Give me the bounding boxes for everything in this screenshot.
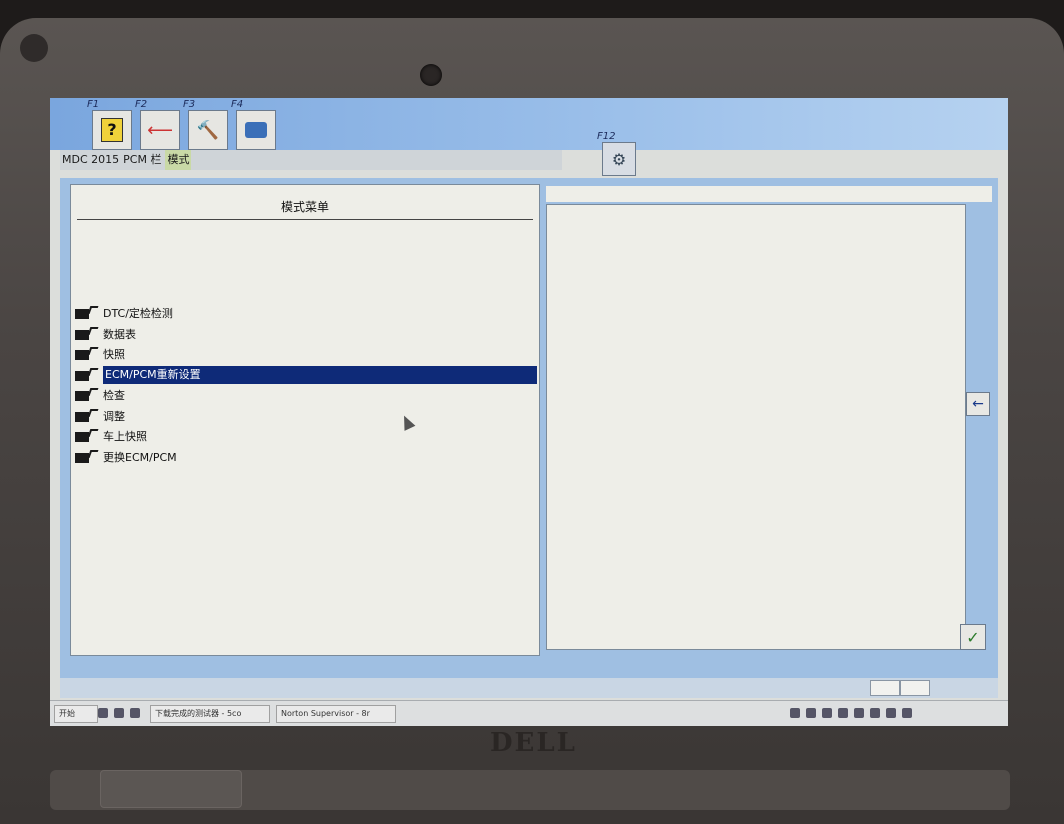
menu-item-adjustment[interactable]: 调整 xyxy=(75,406,537,426)
folder-icon xyxy=(75,429,95,443)
status-box xyxy=(870,680,900,696)
windows-taskbar: 开始 下载完成的测试器 - 5co Norton Supervisor - 8r xyxy=(50,700,1008,726)
menu-item-ecm-reset[interactable]: ECM/PCM重新设置 xyxy=(75,365,537,385)
ok-button[interactable]: ✓ xyxy=(960,624,986,650)
menu-list: DTC/定检检测 数据表 快照 ECM/PCM重新设置 检查 调整 车上快照 更… xyxy=(75,303,537,467)
tray-icon[interactable] xyxy=(822,708,832,718)
quicklaunch-icon[interactable] xyxy=(114,708,124,718)
settings-icon: ⚙ xyxy=(611,149,627,169)
folder-icon xyxy=(75,450,95,464)
menu-item-data-list[interactable]: 数据表 xyxy=(75,324,537,344)
check-icon: ✓ xyxy=(966,627,980,647)
folder-icon xyxy=(75,388,95,402)
bezel-dot xyxy=(20,34,48,62)
tray-icon[interactable] xyxy=(886,708,896,718)
help-icon: ? xyxy=(101,118,123,142)
back-button-toolbar[interactable]: F2 ⟵ xyxy=(135,99,180,150)
screen: F1 ? F2 ⟵ F3 🔨 F4 F12 ⚙ MDC 2015 PCM 栏 模… xyxy=(50,98,1008,726)
tool-icon: 🔨 xyxy=(196,119,220,141)
tray-icon[interactable] xyxy=(790,708,800,718)
help-button[interactable]: F1 ? xyxy=(87,99,132,150)
taskbar-item[interactable]: 下载完成的测试器 - 5co xyxy=(150,705,270,723)
mode-menu-panel: 模式菜单 DTC/定检检测 数据表 快照 ECM/PCM重新设置 检查 调整 车… xyxy=(70,184,540,656)
right-panel-header xyxy=(546,186,992,202)
webcam xyxy=(420,64,442,86)
breadcrumb-item: MDC 2015 xyxy=(62,153,120,166)
left-arrow-icon: ← xyxy=(972,396,984,412)
taskbar-item[interactable]: Norton Supervisor - 8r xyxy=(276,705,396,723)
tray-icon[interactable] xyxy=(854,708,864,718)
folder-icon xyxy=(75,327,95,341)
status-box xyxy=(900,680,930,696)
tray-icon[interactable] xyxy=(870,708,880,718)
menu-item-snapshot[interactable]: 快照 xyxy=(75,344,537,364)
workspace: 模式菜单 DTC/定检检测 数据表 快照 ECM/PCM重新设置 检查 调整 车… xyxy=(60,178,998,698)
tray-icon[interactable] xyxy=(838,708,848,718)
breadcrumb-item: PCM 栏 xyxy=(123,153,162,166)
folder-icon xyxy=(75,347,95,361)
tool-button[interactable]: F3 🔨 xyxy=(183,99,228,150)
quicklaunch-icon[interactable] xyxy=(98,708,108,718)
brand-logo: DELL xyxy=(490,728,577,758)
quicklaunch-icon[interactable] xyxy=(130,708,140,718)
menu-item-replace-ecm[interactable]: 更换ECM/PCM xyxy=(75,447,537,467)
folder-icon xyxy=(75,368,95,382)
back-arrow-icon: ⟵ xyxy=(147,119,173,141)
menu-item-inspection[interactable]: 检查 xyxy=(75,385,537,405)
back-button[interactable]: ← xyxy=(966,392,990,416)
info-panel xyxy=(546,204,966,650)
breadcrumb: MDC 2015 PCM 栏 模式 xyxy=(60,150,562,170)
tray-icon[interactable] xyxy=(902,708,912,718)
breadcrumb-active: 模式 xyxy=(165,150,192,170)
menu-item-dtc[interactable]: DTC/定检检测 xyxy=(75,303,537,323)
toolbar: F1 ? F2 ⟵ F3 🔨 F4 F12 ⚙ xyxy=(50,98,1008,176)
menu-item-onboard-snapshot[interactable]: 车上快照 xyxy=(75,426,537,446)
status-bar xyxy=(60,678,998,698)
start-button[interactable]: 开始 xyxy=(54,705,98,723)
print-icon xyxy=(245,122,267,138)
print-button[interactable]: F4 xyxy=(231,99,276,150)
folder-icon xyxy=(75,306,95,320)
folder-icon xyxy=(75,409,95,423)
tray-icon[interactable] xyxy=(806,708,816,718)
menu-title: 模式菜单 xyxy=(77,195,533,220)
laptop-hinge-cover xyxy=(100,770,242,808)
settings-button[interactable]: F12 ⚙ xyxy=(597,131,636,176)
